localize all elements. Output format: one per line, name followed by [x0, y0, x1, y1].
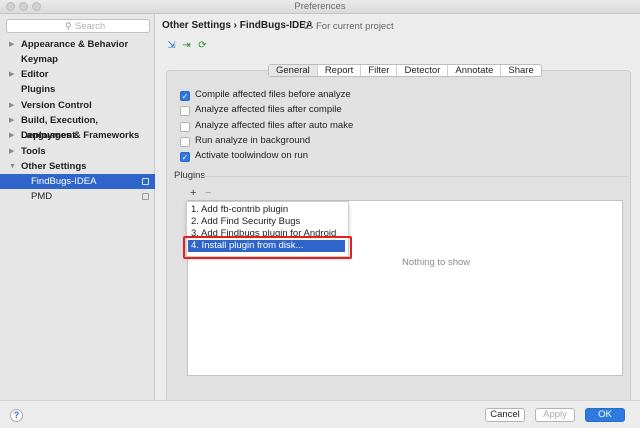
menu-item-add-fb-contrib[interactable]: 1. Add fb-contrib plugin — [191, 204, 288, 216]
ok-button[interactable]: OK — [585, 408, 625, 422]
sidebar-item-label: Languages & Frameworks — [21, 130, 140, 141]
sidebar-item-pmd[interactable]: PMD — [0, 189, 155, 204]
tab-detector[interactable]: Detector — [397, 65, 449, 76]
option-label: Analyze affected files after compile — [195, 104, 342, 115]
chevron-right-icon[interactable]: ▶ — [9, 67, 14, 82]
menu-item-add-find-security-bugs[interactable]: 2. Add Find Security Bugs — [191, 216, 300, 228]
sidebar-item-build-execution-deployment[interactable]: ▶ Build, Execution, Deployment — [0, 113, 155, 141]
tab-report[interactable]: Report — [318, 65, 362, 76]
checkbox[interactable]: ✓ — [180, 91, 190, 101]
scope-label: For current project — [316, 21, 394, 32]
reset-settings-icon[interactable]: ⟳ — [197, 40, 208, 51]
checkbox[interactable] — [180, 137, 190, 147]
chevron-down-icon[interactable]: ▼ — [9, 159, 16, 174]
sidebar-item-label: Tools — [21, 146, 46, 157]
breadcrumb: Other Settings › FindBugs-IDEA — [162, 20, 314, 31]
sidebar-item-keymap[interactable]: Keymap — [0, 52, 155, 67]
help-button[interactable]: ? — [10, 409, 23, 422]
window-title: Preferences — [294, 1, 346, 12]
checkbox[interactable] — [180, 122, 190, 132]
sidebar-item-label: Keymap — [21, 54, 58, 65]
search-box[interactable]: ⚲ — [6, 19, 150, 33]
section-divider — [204, 176, 628, 177]
option-label: Compile affected files before analyze — [195, 89, 351, 100]
tab-annotate[interactable]: Annotate — [448, 65, 502, 76]
option-label: Run analyze in background — [195, 135, 311, 146]
tab-bar: General Report Filter Detector Annotate … — [268, 64, 542, 77]
tab-filter[interactable]: Filter — [361, 65, 398, 76]
option-label: Analyze affected files after auto make — [195, 120, 354, 131]
plugins-section-label: Plugins — [174, 170, 206, 181]
chevron-right-icon[interactable]: ▶ — [9, 113, 14, 128]
sidebar-item-plugins[interactable]: Plugins — [0, 82, 155, 97]
highlight-annotation-box — [183, 236, 352, 259]
sidebar-item-label: Version Control — [21, 100, 92, 111]
chevron-right-icon[interactable]: ▶ — [9, 37, 14, 52]
sidebar-item-editor[interactable]: ▶ Editor — [0, 67, 155, 82]
tab-general[interactable]: General — [269, 65, 318, 76]
remove-plugin-button[interactable]: − — [205, 187, 211, 199]
sidebar-item-other-settings[interactable]: ▼ Other Settings — [0, 159, 155, 174]
add-plugin-button[interactable]: + — [190, 187, 196, 199]
project-scope-icon — [304, 22, 312, 29]
project-settings-icon — [142, 178, 149, 185]
chevron-right-icon[interactable]: ▶ — [9, 144, 14, 159]
sidebar-item-label: FindBugs-IDEA — [31, 176, 97, 187]
project-settings-icon — [142, 193, 149, 200]
sidebar-item-languages-frameworks[interactable]: ▶ Languages & Frameworks — [0, 128, 155, 143]
search-input[interactable] — [75, 20, 145, 32]
settings-sidebar: ⚲ ▶ Appearance & Behavior Keymap ▶ Edito… — [0, 14, 155, 400]
chevron-right-icon[interactable]: ▶ — [9, 98, 14, 113]
checkbox[interactable]: ✓ — [180, 152, 190, 162]
sidebar-item-label: Editor — [21, 69, 49, 80]
title-bar: Preferences — [0, 0, 640, 14]
tab-share[interactable]: Share — [501, 65, 540, 76]
sidebar-item-tools[interactable]: ▶ Tools — [0, 144, 155, 159]
cancel-button[interactable]: Cancel — [485, 408, 525, 422]
apply-button[interactable]: Apply — [535, 408, 575, 422]
import-settings-icon[interactable]: ⇲ — [166, 40, 177, 51]
checkbox[interactable] — [180, 106, 190, 116]
empty-list-text: Nothing to show — [402, 257, 471, 268]
sidebar-item-label: Appearance & Behavior — [21, 39, 129, 50]
search-icon: ⚲ — [65, 21, 72, 31]
sidebar-item-label: Other Settings — [21, 161, 87, 172]
option-label: Activate toolwindow on run — [195, 150, 309, 161]
dialog-footer: ? Cancel Apply OK — [0, 400, 640, 428]
sidebar-item-version-control[interactable]: ▶ Version Control — [0, 98, 155, 113]
sidebar-item-appearance-behavior[interactable]: ▶ Appearance & Behavior — [0, 37, 155, 52]
sidebar-item-label: Plugins — [21, 84, 56, 95]
chevron-right-icon[interactable]: ▶ — [9, 128, 14, 143]
export-settings-icon[interactable]: ⇥ — [181, 40, 192, 51]
sidebar-item-findbugs-idea[interactable]: FindBugs-IDEA — [0, 174, 155, 189]
sidebar-item-label: PMD — [31, 191, 53, 202]
